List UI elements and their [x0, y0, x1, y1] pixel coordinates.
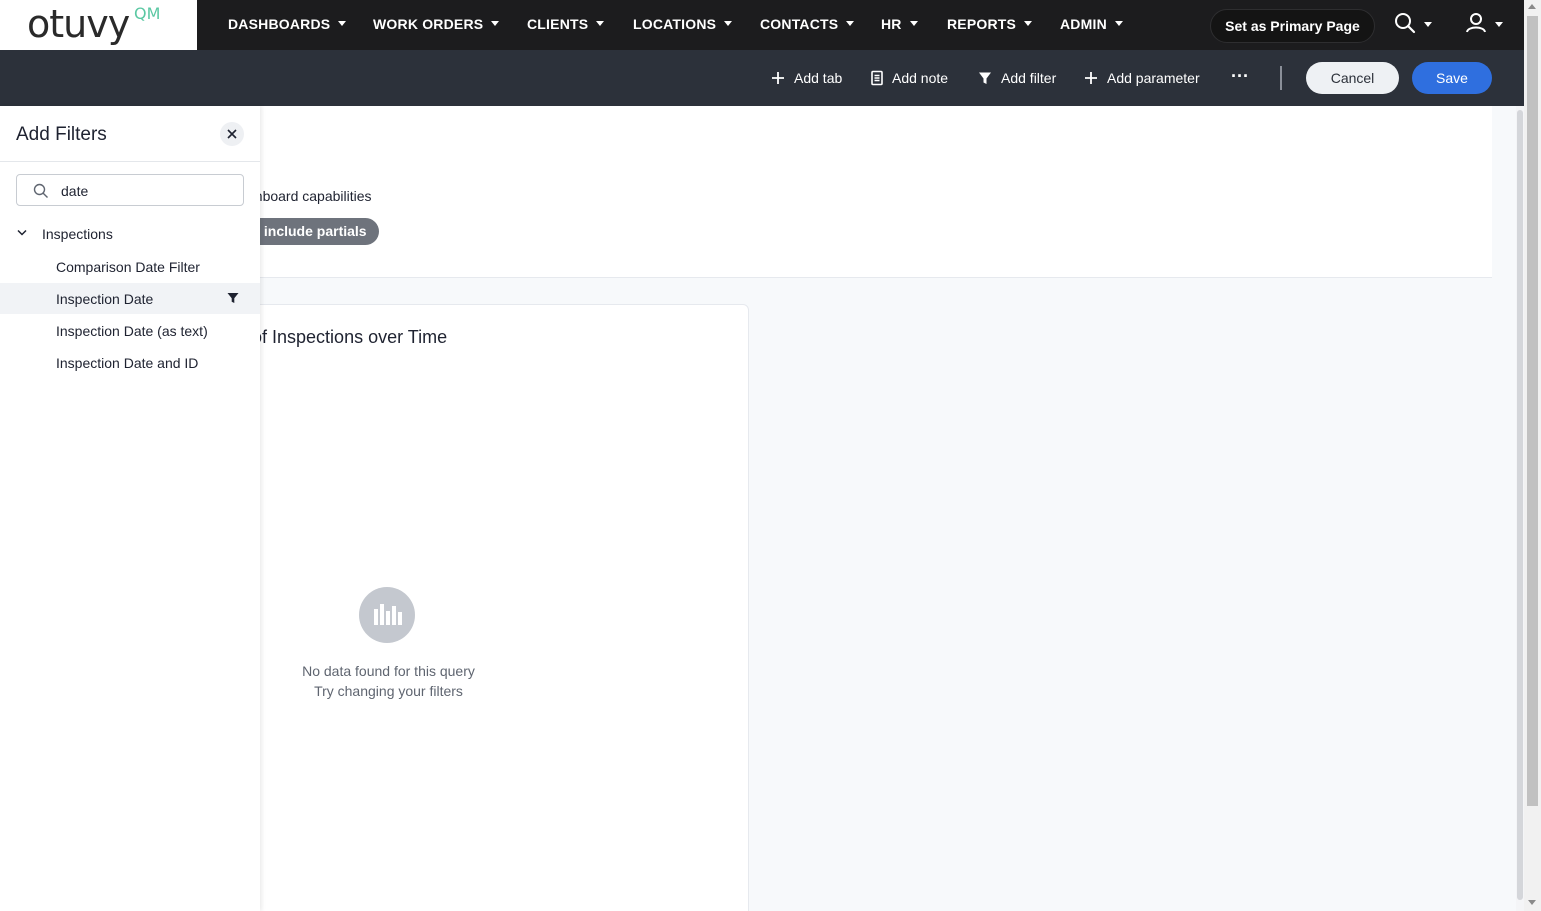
close-panel-button[interactable]: [220, 122, 244, 146]
bar-chart-icon: [359, 587, 415, 643]
filter-search-box[interactable]: [16, 174, 244, 206]
logo-superscript: QM: [134, 4, 161, 23]
set-primary-page-button[interactable]: Set as Primary Page: [1210, 9, 1375, 43]
cancel-button[interactable]: Cancel: [1306, 62, 1399, 94]
caret-down-icon: [1114, 20, 1123, 26]
save-button[interactable]: Save: [1412, 62, 1492, 94]
field-item-comparison-date-filter[interactable]: Comparison Date Filter: [0, 251, 260, 282]
nav-clients-label: CLIENTS: [527, 16, 589, 32]
window-scrollbar-thumb[interactable]: [1527, 16, 1538, 806]
field-item-label: Comparison Date Filter: [56, 259, 200, 275]
filter-icon: [979, 72, 991, 84]
caret-down-icon: [1024, 20, 1033, 26]
field-item-label: Inspection Date (as text): [56, 323, 208, 339]
search-menu[interactable]: [1394, 12, 1436, 41]
panel-divider: [0, 161, 260, 162]
nav-admin-label: ADMIN: [1060, 16, 1107, 32]
caret-down-icon: [909, 20, 918, 26]
nav-contacts-label: CONTACTS: [760, 16, 839, 32]
caret-down-icon: [338, 20, 347, 26]
nav-contacts[interactable]: CONTACTS: [760, 16, 855, 34]
nav-locations[interactable]: LOCATIONS: [633, 16, 733, 34]
nav-hr[interactable]: HR: [881, 16, 918, 34]
add-tab-label: Add tab: [794, 70, 843, 86]
nav-reports[interactable]: REPORTS: [947, 16, 1033, 34]
add-note-button[interactable]: Add note: [870, 70, 948, 86]
nav-work-orders-label: WORK ORDERS: [373, 16, 484, 32]
add-filter-label: Add filter: [1001, 70, 1057, 86]
nav-reports-label: REPORTS: [947, 16, 1017, 32]
add-filter-button[interactable]: Add filter: [977, 70, 1056, 86]
scroll-up-arrow-icon[interactable]: [1528, 4, 1536, 9]
add-parameter-button[interactable]: Add parameter: [1083, 70, 1200, 86]
add-parameter-label: Add parameter: [1107, 70, 1200, 86]
note-icon: [871, 70, 883, 86]
chart-tile[interactable]: er of Inspections over Time No data foun…: [200, 304, 749, 911]
logo-text: otuvy: [27, 2, 130, 46]
dashboard-edit-toolbar: Add tab Add note Add filter Add paramete…: [0, 50, 1524, 106]
user-icon: [1466, 13, 1503, 33]
top-nav-bar: otuvy QM DASHBOARDS WORK ORDERS CLIENTS …: [0, 0, 1524, 50]
search-icon: [1395, 13, 1432, 34]
caret-down-icon: [846, 20, 855, 26]
user-menu[interactable]: [1465, 12, 1507, 41]
logo[interactable]: otuvy QM: [0, 0, 197, 50]
field-item-inspection-date-and-id[interactable]: Inspection Date and ID: [0, 347, 260, 378]
caret-down-icon: [724, 20, 733, 26]
add-filters-panel: Add Filters Inspections Comparison Date …: [0, 106, 260, 911]
nav-locations-label: LOCATIONS: [633, 16, 717, 32]
nav-work-orders[interactable]: WORK ORDERS: [373, 16, 500, 34]
add-note-label: Add note: [892, 70, 949, 86]
toolbar-divider: [1280, 66, 1282, 90]
field-item-inspection-date[interactable]: Inspection Date: [0, 283, 260, 314]
search-icon: [33, 183, 48, 198]
panel-title: Add Filters: [16, 124, 107, 145]
add-tab-button[interactable]: Add tab: [770, 70, 842, 86]
nav-hr-label: HR: [881, 16, 902, 32]
field-item-label: Inspection Date: [56, 291, 154, 307]
more-icon: ···: [1231, 66, 1249, 86]
nav-clients[interactable]: CLIENTS: [527, 16, 605, 34]
nav-dashboards-label: DASHBOARDS: [228, 16, 331, 32]
field-item-inspection-date-as-text[interactable]: Inspection Date (as text): [0, 315, 260, 346]
caret-down-icon: [596, 20, 605, 26]
filter-search-input[interactable]: [61, 181, 236, 201]
content-scrollbar-thumb[interactable]: [1517, 110, 1523, 900]
plus-icon: [772, 72, 784, 84]
more-options-button[interactable]: ···: [1231, 66, 1249, 87]
close-icon: [227, 129, 237, 139]
field-group-inspections[interactable]: Inspections: [0, 222, 260, 246]
filter-icon[interactable]: [226, 291, 240, 305]
field-item-label: Inspection Date and ID: [56, 355, 199, 371]
chevron-down-icon: [17, 229, 27, 236]
plus-icon: [1085, 72, 1097, 84]
scroll-down-arrow-icon[interactable]: [1528, 900, 1536, 905]
chart-title: er of Inspections over Time: [231, 327, 448, 347]
nav-dashboards[interactable]: DASHBOARDS: [228, 16, 347, 34]
field-group-label: Inspections: [42, 226, 113, 242]
caret-down-icon: [491, 20, 500, 26]
nav-admin[interactable]: ADMIN: [1060, 16, 1123, 34]
dashboard-header-card: d ashboard capabilities 't include parti…: [200, 106, 1492, 278]
